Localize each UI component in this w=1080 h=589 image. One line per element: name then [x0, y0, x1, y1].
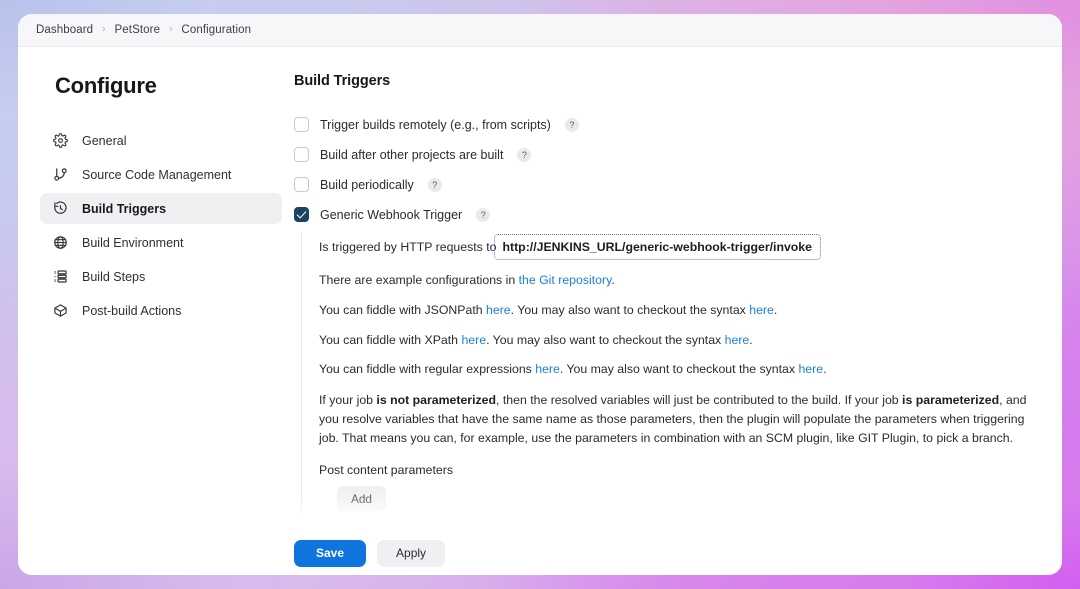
xpath-here-link[interactable]: here: [461, 333, 486, 347]
sidebar-item-label: Post-build Actions: [82, 303, 182, 318]
xpath-fiddle-line: You can fiddle with XPath here. You may …: [319, 332, 1032, 350]
text: If your job: [319, 393, 377, 408]
package-icon: [52, 302, 69, 319]
list-icon: [52, 268, 69, 285]
add-post-content-parameter-button[interactable]: Add: [337, 486, 386, 512]
breadcrumb-separator: ›: [102, 23, 106, 35]
text: You can fiddle with JSONPath: [319, 302, 487, 317]
trigger-url-prefix: Is triggered by HTTP requests to: [319, 240, 497, 254]
sidebar-item-label: Build Environment: [82, 235, 184, 250]
text: .: [611, 273, 615, 287]
checkbox-row-generic-webhook-trigger[interactable]: Generic Webhook Trigger ?: [290, 201, 1032, 228]
text: .: [773, 302, 778, 317]
section-title: Build Triggers: [294, 73, 391, 89]
regex-syntax-link[interactable]: here: [798, 362, 823, 376]
help-icon[interactable]: ?: [476, 207, 491, 222]
checkbox-generic-webhook-trigger[interactable]: [294, 207, 309, 222]
sidebar-item-post-build-actions[interactable]: Post-build Actions: [40, 295, 282, 326]
help-icon[interactable]: ?: [564, 117, 579, 132]
webhook-url[interactable]: http://JENKINS_URL/generic-webhook-trigg…: [494, 234, 821, 260]
parameterized-emphasis: is parameterized: [902, 393, 1000, 408]
breadcrumb-item-dashboard[interactable]: Dashboard: [36, 24, 93, 36]
breadcrumb-separator: ›: [169, 23, 173, 35]
text: . You may also want to checkout the synt…: [559, 362, 799, 377]
text: There are example configurations in: [319, 273, 519, 287]
settings-scroll-region[interactable]: Build Triggers Trigger builds remotely (…: [290, 47, 1062, 575]
jsonpath-fiddle-line: You can fiddle with JSONPath here. You m…: [319, 302, 1032, 320]
sidebar-item-label: Build Triggers: [82, 201, 167, 216]
checkbox-label: Generic Webhook Trigger: [320, 207, 463, 222]
gear-icon: [52, 132, 69, 149]
sidebar-item-build-environment[interactable]: Build Environment: [40, 227, 282, 258]
regex-fiddle-line: You can fiddle with regular expressions …: [319, 361, 1032, 379]
text: , then the resolved variables will just …: [496, 393, 903, 408]
sidebar-item-build-triggers[interactable]: Build Triggers: [40, 193, 282, 224]
generic-webhook-options: Is triggered by HTTP requests to http://…: [301, 231, 1032, 575]
checkbox-label: Build after other projects are built: [320, 147, 504, 162]
checkbox-row-build-periodically[interactable]: Build periodically ?: [290, 171, 1032, 198]
jsonpath-syntax-link[interactable]: here: [749, 303, 774, 317]
sidebar-item-build-steps[interactable]: Build Steps: [40, 261, 282, 292]
text: . You may also want to checkout the synt…: [510, 302, 750, 317]
checkbox-row-trigger-builds-remotely[interactable]: Trigger builds remotely (e.g., from scri…: [290, 111, 1032, 138]
git-repository-link[interactable]: the Git repository: [519, 273, 612, 287]
checkbox-label: Trigger builds remotely (e.g., from scri…: [320, 117, 551, 132]
breadcrumb-item-petstore[interactable]: PetStore: [115, 24, 161, 36]
sidebar-item-label: General: [82, 133, 127, 148]
globe-icon: [52, 234, 69, 251]
help-icon[interactable]: ?: [517, 147, 532, 162]
action-footer: Save Apply: [290, 531, 1062, 575]
breadcrumb: Dashboard › PetStore › Configuration: [18, 14, 1062, 47]
jsonpath-here-link[interactable]: here: [486, 303, 511, 317]
text: You can fiddle with XPath: [319, 332, 462, 347]
checkbox-label: Build periodically: [320, 177, 414, 192]
xpath-syntax-link[interactable]: here: [725, 333, 750, 347]
text: You can fiddle with regular expressions: [319, 362, 536, 377]
checkbox-build-periodically[interactable]: [294, 177, 309, 192]
main-panel: Build Triggers Trigger builds remotely (…: [290, 47, 1062, 575]
regex-here-link[interactable]: here: [535, 362, 560, 376]
sidebar-nav: General Source Code Management Build Tri…: [18, 125, 290, 329]
text: .: [749, 332, 753, 347]
parameterized-paragraph: If your job is not parameterized, then t…: [319, 391, 1032, 447]
sidebar-item-source-code-management[interactable]: Source Code Management: [40, 159, 282, 190]
save-button[interactable]: Save: [294, 539, 367, 567]
text: . You may also want to checkout the synt…: [486, 332, 725, 347]
branch-icon: [52, 166, 69, 183]
sidebar-item-label: Build Steps: [82, 269, 146, 284]
checkbox-row-build-after-other-projects[interactable]: Build after other projects are built ?: [290, 141, 1032, 168]
help-icon[interactable]: ?: [427, 177, 442, 192]
post-content-parameters-label: Post content parameters: [319, 463, 453, 478]
sidebar-item-label: Source Code Management: [82, 167, 232, 182]
app-window: Dashboard › PetStore › Configuration Con…: [18, 14, 1062, 575]
trigger-url-row: Is triggered by HTTP requests to http://…: [319, 234, 1032, 260]
content-area: Configure General Source Code Management…: [18, 47, 1062, 575]
sidebar: Configure General Source Code Management…: [18, 47, 290, 575]
not-parameterized-emphasis: is not parameterized: [376, 393, 497, 408]
apply-button[interactable]: Apply: [377, 539, 446, 567]
text: .: [823, 362, 827, 377]
checkbox-build-after-other-projects[interactable]: [294, 147, 309, 162]
clock-icon: [52, 200, 69, 217]
checkbox-trigger-builds-remotely[interactable]: [294, 117, 309, 132]
breadcrumb-item-configuration[interactable]: Configuration: [181, 24, 251, 36]
page-title: Configure: [55, 73, 157, 98]
sidebar-item-general[interactable]: General: [40, 125, 282, 156]
example-configurations-line: There are example configurations in the …: [319, 272, 1032, 290]
